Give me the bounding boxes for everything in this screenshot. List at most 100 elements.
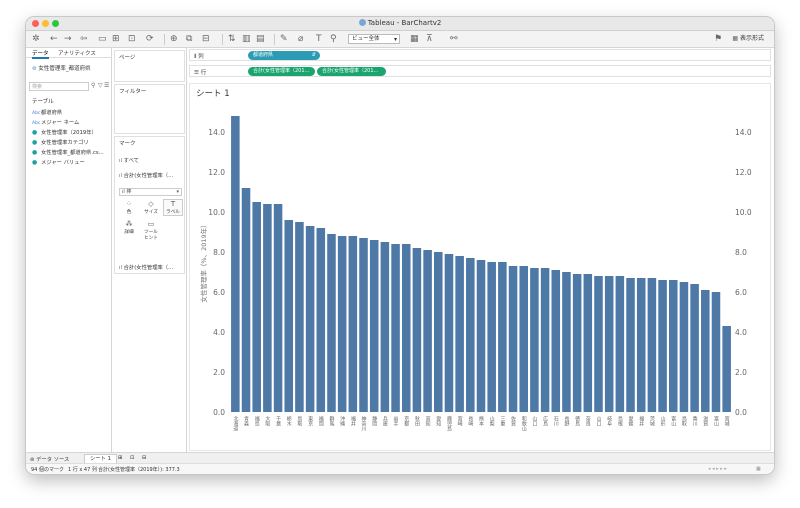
pages-card[interactable]: ページ: [114, 50, 185, 82]
tab-data[interactable]: データ: [32, 49, 49, 59]
bar[interactable]: [626, 278, 635, 412]
search-input[interactable]: 検索: [29, 82, 89, 91]
page-nav-icon[interactable]: ◂ ◂ ▸ ▸ ▸: [708, 466, 727, 472]
show-me-button[interactable]: ▦ 表示形式: [732, 34, 764, 44]
bar[interactable]: [455, 256, 464, 412]
bar[interactable]: [369, 240, 379, 412]
bar[interactable]: [273, 204, 283, 412]
bar[interactable]: [231, 116, 240, 412]
sort-asc-icon[interactable]: ▥: [242, 33, 251, 45]
filter-fields-icon[interactable]: ▽: [98, 82, 103, 89]
bar[interactable]: [690, 284, 699, 412]
new-sheet-icon[interactable]: ⊕: [170, 33, 178, 45]
bar[interactable]: [498, 262, 507, 412]
field-item[interactable]: Abc都道府県: [32, 108, 62, 116]
bar[interactable]: [380, 242, 390, 412]
field-item[interactable]: ● 女性管理率_都道府県.cs...: [32, 148, 104, 156]
bar[interactable]: [412, 248, 422, 412]
rows-pill-1[interactable]: 合計(女性管理率（201...: [248, 67, 315, 76]
forward-icon[interactable]: →: [64, 33, 72, 45]
undo-icon[interactable]: ⇦: [80, 33, 88, 45]
sort-desc-icon[interactable]: ▤: [256, 33, 265, 45]
bar[interactable]: [434, 252, 443, 412]
bar[interactable]: [594, 276, 603, 412]
mark-type-select[interactable]: ıl 棒 ▾: [119, 188, 182, 196]
bar[interactable]: [263, 204, 272, 412]
label-button[interactable]: T ラベル: [163, 199, 183, 216]
label-icon[interactable]: T: [316, 33, 322, 45]
bar[interactable]: [647, 278, 657, 412]
bar[interactable]: [466, 258, 475, 412]
bar[interactable]: [668, 280, 678, 412]
field-item[interactable]: ● 女性管理率カテゴリ: [32, 138, 89, 146]
group-icon[interactable]: ⌀: [298, 33, 303, 45]
marks-all[interactable]: ıl すべて: [119, 156, 139, 164]
bar[interactable]: [508, 266, 518, 412]
search-icon[interactable]: ⚲: [91, 82, 95, 89]
highlight-icon[interactable]: ✎: [280, 33, 288, 45]
bar[interactable]: [540, 268, 550, 412]
bar[interactable]: [530, 268, 539, 412]
bar[interactable]: [241, 188, 251, 412]
bar[interactable]: [604, 276, 614, 412]
field-item[interactable]: ● 女性管理率（2019年）: [32, 128, 97, 136]
bar[interactable]: [562, 272, 571, 412]
bar[interactable]: [305, 226, 315, 412]
back-icon[interactable]: ←: [50, 33, 58, 45]
bar[interactable]: [519, 266, 528, 412]
show-cards-icon[interactable]: ▦: [410, 33, 419, 45]
columns-pill[interactable]: 都道府県 ⇵: [248, 51, 320, 60]
view-size-select[interactable]: ビュー全体: [348, 34, 400, 44]
new-dashboard-icon[interactable]: ⊡: [130, 455, 134, 461]
pin-tooltip-icon[interactable]: ⚑: [714, 33, 722, 45]
bar[interactable]: [615, 276, 625, 412]
grid-view-icon[interactable]: ▦: [756, 466, 761, 472]
bar[interactable]: [348, 236, 358, 412]
bar[interactable]: [701, 290, 710, 412]
field-item[interactable]: Abcメジャー ネーム: [32, 118, 79, 126]
tooltip-button[interactable]: ▭ ツールヒント: [141, 219, 161, 241]
bar[interactable]: [423, 250, 432, 412]
bar[interactable]: [327, 234, 336, 412]
bar[interactable]: [711, 292, 721, 412]
presentation-icon[interactable]: ⊼: [426, 33, 433, 45]
bar[interactable]: [444, 254, 454, 412]
datasource-item[interactable]: ⊜ 女性管理率_都道府県: [32, 64, 91, 72]
bar[interactable]: [476, 260, 486, 412]
tableau-logo-icon[interactable]: ✲: [32, 33, 40, 45]
bar[interactable]: [679, 282, 689, 412]
swap-icon[interactable]: ⇅: [228, 33, 236, 45]
bar[interactable]: [551, 270, 561, 412]
bar[interactable]: [658, 280, 667, 412]
color-button[interactable]: ⁘ 色: [119, 199, 139, 216]
bar[interactable]: [722, 326, 731, 412]
bar[interactable]: [316, 228, 326, 412]
new-story-icon[interactable]: ⊟: [142, 455, 146, 461]
view-options-icon[interactable]: ☰: [104, 82, 109, 89]
pin-icon[interactable]: ⚲: [330, 33, 337, 45]
marks-sum2-card[interactable]: ıl 合計(女性管理率（...: [114, 260, 185, 274]
field-item[interactable]: ● メジャー バリュー: [32, 158, 85, 166]
bar[interactable]: [284, 220, 294, 412]
bar[interactable]: [295, 222, 304, 412]
rows-pill-2[interactable]: 合計(女性管理率（201...: [317, 67, 386, 76]
bar[interactable]: [583, 274, 593, 412]
bar[interactable]: [487, 262, 496, 412]
new-datasource-icon[interactable]: ⊞: [112, 33, 120, 45]
bar[interactable]: [401, 244, 411, 412]
marks-sum-measure[interactable]: ıl 合計(女性管理率（...: [119, 171, 173, 179]
tab-analytics[interactable]: アナリティクス: [58, 49, 96, 57]
bar[interactable]: [337, 236, 347, 412]
pause-updates-icon[interactable]: ⊡: [128, 33, 136, 45]
tab-datasource[interactable]: ⊜ データ ソース: [30, 455, 69, 463]
save-icon[interactable]: ▭: [98, 33, 107, 45]
bar[interactable]: [391, 244, 400, 412]
detail-button[interactable]: ⁂ 詳細: [119, 219, 139, 236]
clear-sheet-icon[interactable]: ⊟: [202, 33, 210, 45]
bar[interactable]: [636, 278, 646, 412]
bar[interactable]: [359, 238, 368, 412]
share-icon[interactable]: ⚯: [450, 33, 458, 45]
filters-card[interactable]: フィルター: [114, 84, 185, 134]
tab-sheet1[interactable]: シート 1: [84, 454, 117, 463]
bar[interactable]: [572, 274, 582, 412]
